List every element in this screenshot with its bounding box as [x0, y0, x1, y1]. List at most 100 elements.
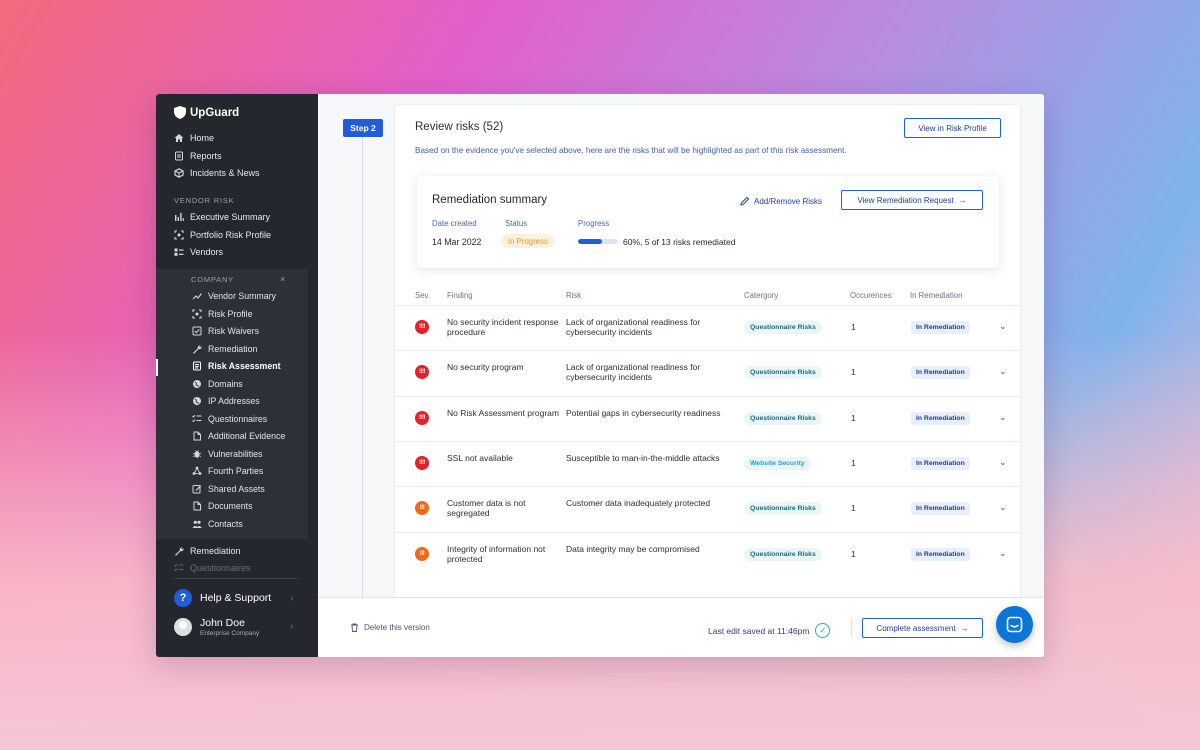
chevron-down-icon[interactable]: ⌄ [999, 366, 1007, 377]
nav-home[interactable]: Home [174, 133, 214, 143]
chevron-down-icon[interactable]: ⌄ [999, 457, 1007, 468]
col-header-sev[interactable]: Sev. [415, 291, 430, 300]
table-row[interactable]: !!!!No Risk Assessment programPotential … [395, 396, 1022, 441]
progress-label: Progress [578, 219, 609, 228]
occurrences-cell: 1 [851, 503, 856, 513]
in-remediation-badge: In Remediation [911, 548, 970, 561]
nav-label: Portfolio Risk Profile [190, 230, 271, 240]
logo-text: UpGuard [190, 107, 239, 119]
globe-icon [192, 379, 202, 389]
risk-cell: Lack of organizational readiness for cyb… [566, 317, 741, 337]
nav-incidents-news[interactable]: Incidents & News [174, 168, 260, 178]
risk-cell: Customer data inadequately protected [566, 498, 741, 508]
check-circle-icon: ✓ [815, 623, 830, 638]
nav-remediation[interactable]: Remediation [174, 546, 241, 556]
chevron-down-icon[interactable]: ⌄ [999, 502, 1007, 513]
chat-button[interactable] [996, 606, 1033, 643]
chevron-down-icon[interactable]: ⌄ [999, 548, 1007, 559]
company-item-label: Risk Profile [208, 309, 252, 319]
company-item-label: Contacts [208, 519, 243, 529]
nav-reports[interactable]: Reports [174, 151, 222, 161]
nav-questionnaires[interactable]: Questionnaires [174, 563, 251, 573]
company-item-ip-addresses[interactable]: IP Addresses [192, 396, 260, 406]
footer-bar: Delete this version Last edit saved at 1… [318, 597, 1044, 657]
company-item-label: IP Addresses [208, 396, 260, 406]
view-request-label: View Remediation Request [857, 196, 953, 205]
delete-version-button[interactable]: Delete this version [350, 623, 430, 632]
upguard-logo[interactable]: UpGuard [174, 106, 239, 119]
nav-label: Remediation [190, 546, 241, 556]
severity-high-icon: !!! [415, 501, 429, 515]
category-tag: Questionnaire Risks [744, 502, 822, 515]
company-item-additional-evidence[interactable]: Additional Evidence [192, 431, 285, 441]
in-remediation-badge: In Remediation [911, 321, 970, 334]
company-item-vulnerabilities[interactable]: Vulnerabilities [192, 449, 262, 459]
company-item-label: Risk Assessment [208, 361, 281, 371]
nav-label: Executive Summary [190, 212, 270, 222]
company-item-fourth-parties[interactable]: Fourth Parties [192, 466, 263, 476]
bug-icon [192, 449, 202, 459]
user-menu[interactable]: John Doe Enterprise Company [174, 617, 259, 637]
company-item-documents[interactable]: Documents [192, 501, 253, 511]
saved-text: Last edit saved at 11:46pm [708, 626, 809, 636]
view-remediation-request-button[interactable]: View Remediation Request → [841, 190, 983, 210]
chevron-down-icon[interactable]: ⌄ [999, 412, 1007, 423]
wrench-icon [192, 344, 202, 354]
col-header-risk[interactable]: Risk [566, 291, 581, 300]
bar-chart-icon [174, 212, 184, 222]
company-item-questionnaires[interactable]: Questionnaires [192, 414, 267, 424]
col-header-finding[interactable]: Finding [447, 291, 473, 300]
company-item-label: Documents [208, 501, 253, 511]
company-item-label: Fourth Parties [208, 466, 263, 476]
help-support-button[interactable]: ? Help & Support [174, 589, 271, 607]
wrench-icon [174, 546, 184, 556]
table-row[interactable]: !!!!No security incident response proced… [395, 305, 1022, 350]
category-tag: Questionnaire Risks [744, 548, 822, 561]
checkbox-icon [192, 326, 202, 336]
table-row[interactable]: !!!Integrity of information not protecte… [395, 532, 1022, 577]
footer-divider [851, 618, 852, 638]
chevron-down-icon[interactable]: ⌄ [999, 321, 1007, 332]
globe-icon [192, 396, 202, 406]
finding-cell: No Risk Assessment program [447, 408, 559, 418]
nav-label: Reports [190, 151, 222, 161]
date-created-value: 14 Mar 2022 [432, 237, 481, 247]
table-row[interactable]: !!!!No security programLack of organizat… [395, 350, 1022, 395]
progress-bar-fill [578, 239, 602, 244]
company-item-risk-profile[interactable]: Risk Profile [192, 309, 252, 319]
company-item-vendor-summary[interactable]: Vendor Summary [192, 291, 276, 301]
company-item-risk-assessment[interactable]: Risk Assessment [192, 361, 281, 371]
add-remove-label: Add/Remove Risks [754, 197, 822, 206]
company-item-domains[interactable]: Domains [192, 379, 243, 389]
company-item-shared-assets[interactable]: Shared Assets [192, 484, 265, 494]
category-tag: Website Security [744, 457, 811, 470]
occurrences-cell: 1 [851, 549, 856, 559]
table-row[interactable]: !!!!SSL not availableSusceptible to man-… [395, 441, 1022, 486]
nav-vendors[interactable]: Vendors [174, 247, 223, 257]
close-icon[interactable]: × [280, 274, 285, 284]
nav-executive-summary[interactable]: Executive Summary [174, 212, 270, 222]
col-header-occurrences[interactable]: Occurences [850, 291, 892, 300]
people-icon [192, 519, 202, 529]
risk-cell: Potential gaps in cybersecurity readines… [566, 408, 741, 418]
nav-portfolio-risk-profile[interactable]: Portfolio Risk Profile [174, 230, 271, 240]
col-header-in-remediation[interactable]: In Remediation [910, 291, 962, 300]
status-label: Status [505, 219, 527, 228]
main-content: Step 2 Review risks (52) View in Risk Pr… [318, 94, 1044, 657]
company-item-label: Questionnaires [208, 414, 267, 424]
company-item-remediation[interactable]: Remediation [192, 344, 257, 354]
complete-assessment-button[interactable]: Complete assessment → [862, 618, 983, 638]
company-item-label: Risk Waivers [208, 326, 259, 336]
sidebar: UpGuard Home Reports Incidents & News VE… [156, 94, 318, 657]
severity-high-icon: !!! [415, 547, 429, 561]
col-header-category[interactable]: Catergory [744, 291, 778, 300]
view-in-risk-profile-button[interactable]: View in Risk Profile [904, 118, 1001, 138]
network-icon [192, 466, 202, 476]
company-item-risk-waivers[interactable]: Risk Waivers [192, 326, 259, 336]
divider [174, 578, 298, 579]
occurrences-cell: 1 [851, 367, 856, 377]
company-item-contacts[interactable]: Contacts [192, 519, 243, 529]
add-remove-risks-button[interactable]: Add/Remove Risks [740, 196, 822, 206]
step-badge: Step 2 [343, 119, 383, 137]
table-row[interactable]: !!!Customer data is not segregatedCustom… [395, 486, 1022, 531]
